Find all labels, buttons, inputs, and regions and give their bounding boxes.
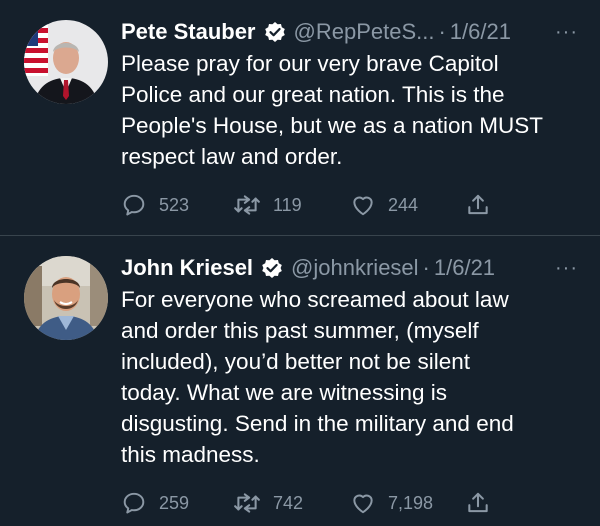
reply-count: 259 xyxy=(159,492,190,513)
heart-icon xyxy=(353,196,373,216)
reply-icon xyxy=(123,194,145,216)
reply-button[interactable]: 523 xyxy=(121,192,233,218)
like-button[interactable]: 244 xyxy=(350,192,465,218)
avatar-with-flag-icon xyxy=(24,20,108,104)
like-button[interactable]: 7,198 xyxy=(350,490,465,516)
retweet-icon xyxy=(234,493,260,513)
separator-dot: · xyxy=(422,255,430,280)
share-icon xyxy=(468,194,488,215)
reply-icon xyxy=(123,492,145,514)
heart-icon xyxy=(353,494,373,514)
share-icon xyxy=(468,492,488,513)
retweet-icon xyxy=(234,195,260,215)
tweet-feed: Pete Stauber @RepPeteS... · 1/6/21 ··· P… xyxy=(0,0,600,526)
share-button[interactable] xyxy=(465,490,491,516)
retweet-button[interactable]: 742 xyxy=(233,490,350,516)
avatar[interactable] xyxy=(24,256,108,340)
more-options-icon[interactable]: ··· xyxy=(555,258,578,278)
tweet[interactable]: John Kriesel @johnkriesel · 1/6/21 ··· F… xyxy=(0,236,600,526)
tweet-date[interactable]: 1/6/21 xyxy=(434,254,495,282)
more-options-icon[interactable]: ··· xyxy=(555,22,578,42)
verified-badge-icon xyxy=(261,257,283,279)
retweet-count: 119 xyxy=(273,194,302,215)
author-handle[interactable]: @johnkriesel xyxy=(291,254,419,282)
share-button[interactable] xyxy=(465,192,491,218)
like-count: 244 xyxy=(388,194,419,215)
author-handle[interactable]: @RepPeteS... xyxy=(294,18,435,46)
tweet-text: For everyone who screamed about law and … xyxy=(121,287,514,467)
retweet-count: 742 xyxy=(273,492,304,513)
retweet-button[interactable]: 119 xyxy=(233,192,350,218)
like-count: 7,198 xyxy=(388,492,434,513)
tweet-header: Pete Stauber @RepPeteS... · 1/6/21 xyxy=(121,14,584,50)
tweet-actions: 259 742 7,198 xyxy=(121,490,584,516)
tweet-actions: 523 119 244 xyxy=(121,192,584,218)
tweet-text: Please pray for our very brave Capitol P… xyxy=(121,51,544,169)
tweet-date[interactable]: 1/6/21 xyxy=(450,18,511,46)
reply-count: 523 xyxy=(159,194,190,215)
reply-button[interactable]: 259 xyxy=(121,490,233,516)
author-name[interactable]: John Kriesel xyxy=(121,254,253,282)
avatar-outdoor-icon xyxy=(24,256,108,340)
tweet[interactable]: Pete Stauber @RepPeteS... · 1/6/21 ··· P… xyxy=(0,0,600,236)
avatar[interactable] xyxy=(24,20,108,104)
separator-dot: · xyxy=(438,19,446,44)
author-name[interactable]: Pete Stauber xyxy=(121,18,256,46)
verified-badge-icon xyxy=(264,21,286,43)
tweet-header: John Kriesel @johnkriesel · 1/6/21 xyxy=(121,250,584,286)
